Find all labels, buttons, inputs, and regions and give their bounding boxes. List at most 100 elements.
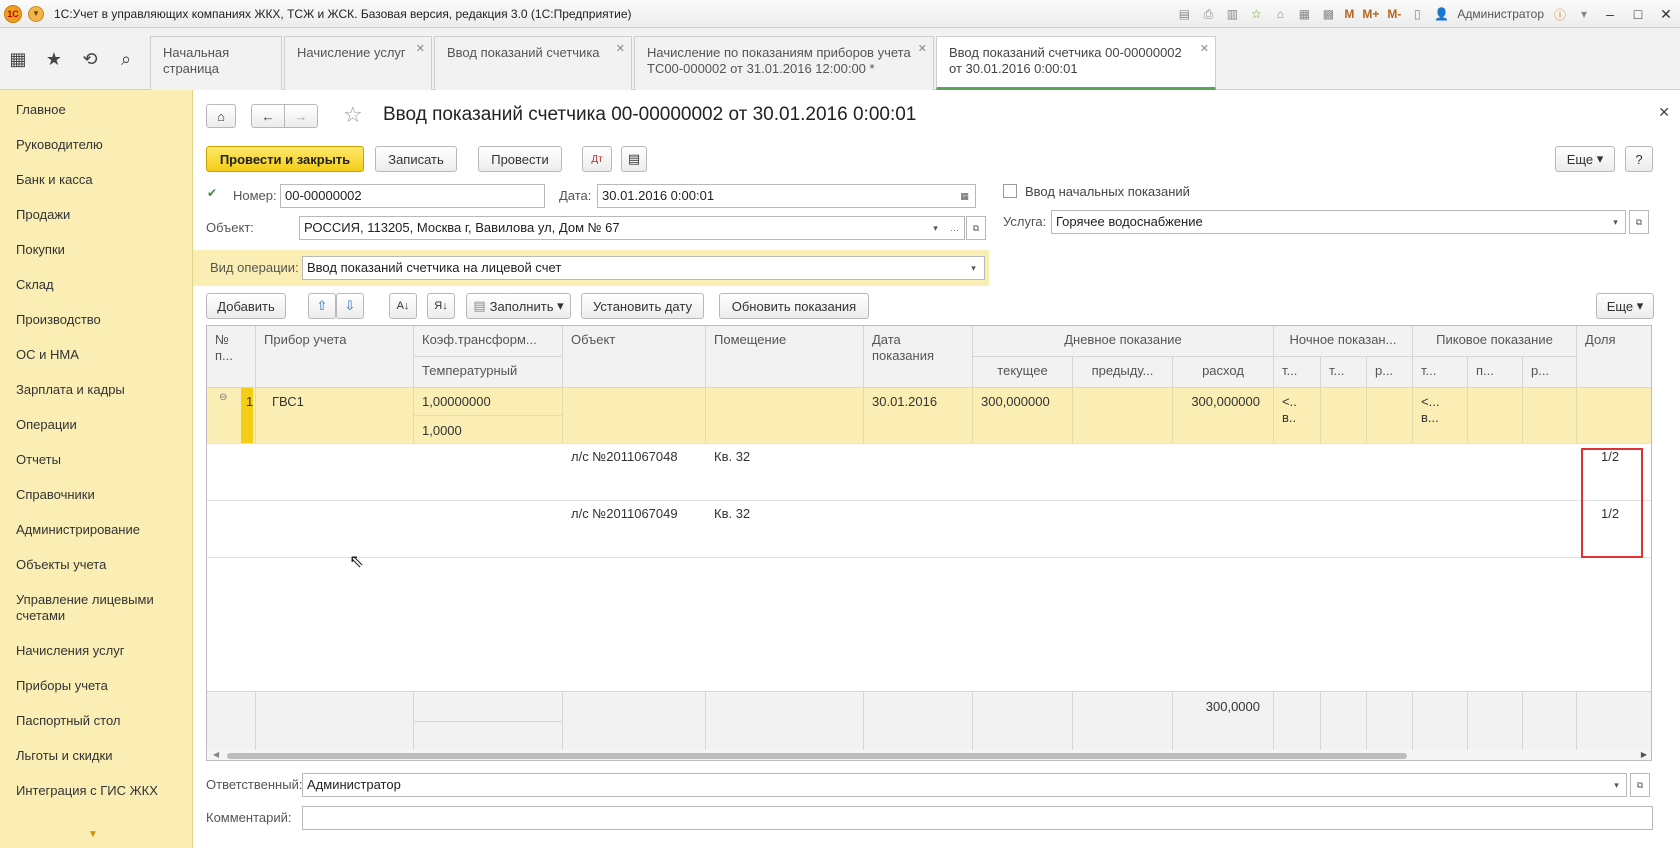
- sidebar-item-catalogs[interactable]: Справочники: [16, 487, 186, 503]
- panel-layout-icon[interactable]: ▯: [1409, 6, 1425, 22]
- table-more-button[interactable]: Еще ▾: [1596, 293, 1654, 319]
- close-icon[interactable]: ✕: [416, 41, 425, 57]
- tab-accrual-by-meters[interactable]: Начисление по показаниям приборов учета …: [634, 36, 934, 90]
- tab-current-document[interactable]: Ввод показаний счетчика 00-00000002 от 3…: [936, 36, 1216, 90]
- operation-field[interactable]: Ввод показаний счетчика на лицевой счет: [302, 256, 964, 280]
- minimize-button[interactable]: –: [1600, 6, 1620, 22]
- sidebar-item-benefits[interactable]: Льготы и скидки: [16, 748, 186, 764]
- back-button[interactable]: ←: [251, 104, 285, 128]
- close-icon[interactable]: ✕: [1200, 41, 1209, 57]
- main-menu-icon[interactable]: ▾: [28, 5, 44, 22]
- more-button[interactable]: Еще ▾: [1555, 146, 1615, 172]
- apps-grid-icon[interactable]: ▦: [0, 41, 36, 77]
- collapse-row-icon[interactable]: ⊖: [219, 390, 227, 406]
- close-form-icon[interactable]: ✕: [1658, 104, 1670, 121]
- close-icon[interactable]: ✕: [616, 41, 625, 57]
- sidebar-item-warehouse[interactable]: Склад: [16, 277, 186, 293]
- cell-coef[interactable]: 1,00000000: [414, 388, 499, 410]
- sidebar-item-payroll[interactable]: Зарплата и кадры: [16, 382, 186, 398]
- sidebar-item-fixed-assets[interactable]: ОС и НМА: [16, 347, 186, 363]
- col-peak-3[interactable]: р...: [1523, 357, 1577, 388]
- scroll-left-icon[interactable]: ◀: [213, 750, 219, 759]
- service-dropdown-icon[interactable]: ▾: [1606, 210, 1626, 234]
- tab-service-charges[interactable]: Начисление услуг ✕: [284, 36, 432, 90]
- col-peak-2[interactable]: п...: [1468, 357, 1523, 388]
- close-window-button[interactable]: ✕: [1656, 6, 1676, 23]
- sidebar-item-personal-accounts[interactable]: Управление лицевыми счетами: [16, 592, 186, 624]
- cell-account[interactable]: л/с №2011067049: [563, 500, 686, 522]
- home-button[interactable]: ⌂: [206, 104, 236, 128]
- col-device[interactable]: Прибор учета: [256, 326, 414, 388]
- memory-m-button[interactable]: M: [1344, 6, 1354, 22]
- preview-icon[interactable]: ▥: [1224, 6, 1240, 22]
- cell-temp[interactable]: 1,0000: [414, 417, 470, 439]
- col-coef[interactable]: Коэф.трансформ...: [414, 326, 563, 357]
- favorite-add-icon[interactable]: ☆: [1248, 6, 1264, 22]
- maximize-button[interactable]: □: [1628, 6, 1648, 22]
- operation-dropdown-icon[interactable]: ▾: [963, 256, 985, 280]
- initial-readings-checkbox[interactable]: [1003, 184, 1017, 198]
- memory-minus-button[interactable]: M-: [1387, 6, 1401, 22]
- col-day-group[interactable]: Дневное показание: [973, 326, 1274, 357]
- scrollbar-thumb[interactable]: [227, 753, 1407, 759]
- object-select-button[interactable]: …: [945, 216, 965, 240]
- calendar-icon[interactable]: ▦: [954, 184, 976, 208]
- cell-peak-2[interactable]: в...: [1413, 404, 1447, 426]
- save-icon[interactable]: ▤: [1176, 6, 1192, 22]
- sidebar-item-production[interactable]: Производство: [16, 312, 186, 328]
- service-open-icon[interactable]: ⧉: [1629, 210, 1649, 234]
- print-icon[interactable]: ⎙: [1200, 6, 1216, 22]
- sort-asc-icon[interactable]: А↓: [389, 293, 417, 319]
- tab-home[interactable]: Начальная страница: [150, 36, 282, 90]
- col-day-current[interactable]: текущее: [973, 357, 1073, 388]
- help-button[interactable]: ?: [1625, 146, 1653, 172]
- sidebar-item-service-charges[interactable]: Начисления услуг: [16, 643, 186, 659]
- sidebar-item-reports[interactable]: Отчеты: [16, 452, 186, 468]
- sidebar-item-meters[interactable]: Приборы учета: [16, 678, 186, 694]
- sidebar-item-accounting-objects[interactable]: Объекты учета: [16, 557, 186, 573]
- sidebar-item-operations[interactable]: Операции: [16, 417, 186, 433]
- post-and-close-button[interactable]: Провести и закрыть: [206, 146, 364, 172]
- report-icon[interactable]: ▤: [621, 146, 647, 172]
- cell-room[interactable]: Кв. 32: [706, 443, 758, 465]
- history-icon[interactable]: ⌂: [1272, 6, 1288, 22]
- search-icon[interactable]: ⌕: [108, 41, 144, 77]
- chevron-down-icon[interactable]: ▾: [1576, 6, 1592, 22]
- sidebar-item-bank[interactable]: Банк и касса: [16, 172, 186, 188]
- cell-account[interactable]: л/с №2011067048: [563, 443, 686, 465]
- info-icon[interactable]: ⓘ: [1552, 6, 1568, 22]
- history-icon[interactable]: ⟲: [72, 41, 108, 77]
- calculator-icon[interactable]: ▩: [1320, 6, 1336, 22]
- post-button[interactable]: Провести: [478, 146, 562, 172]
- col-object[interactable]: Объект: [563, 326, 706, 388]
- col-night-group[interactable]: Ночное показан...: [1274, 326, 1413, 357]
- cell-day-usage[interactable]: 300,000000: [1173, 388, 1274, 410]
- cell-room[interactable]: Кв. 32: [706, 500, 758, 522]
- close-icon[interactable]: ✕: [918, 41, 927, 57]
- col-night-3[interactable]: р...: [1367, 357, 1413, 388]
- move-up-icon[interactable]: ⇧: [308, 293, 336, 319]
- col-share[interactable]: Доля: [1577, 326, 1651, 388]
- favorite-star-icon[interactable]: ☆: [343, 102, 363, 128]
- favorites-star-icon[interactable]: ★: [36, 41, 72, 77]
- fill-button[interactable]: ▤ Заполнить ▾: [466, 293, 571, 319]
- col-night-1[interactable]: т...: [1274, 357, 1321, 388]
- scroll-right-icon[interactable]: ▶: [1641, 750, 1647, 759]
- move-down-icon[interactable]: ⇩: [336, 293, 364, 319]
- cell-night-2[interactable]: в..: [1274, 404, 1304, 426]
- user-name[interactable]: Администратор: [1457, 7, 1544, 21]
- sidebar-item-sales[interactable]: Продажи: [16, 207, 186, 223]
- responsible-open-icon[interactable]: ⧉: [1630, 773, 1650, 797]
- add-row-button[interactable]: Добавить: [206, 293, 286, 319]
- col-room[interactable]: Помещение: [706, 326, 864, 388]
- responsible-dropdown-icon[interactable]: ▾: [1607, 773, 1627, 797]
- col-num[interactable]: № п...: [207, 326, 256, 388]
- col-night-2[interactable]: т...: [1321, 357, 1367, 388]
- sidebar-item-passport-office[interactable]: Паспортный стол: [16, 713, 186, 729]
- dt-kt-icon[interactable]: Дт: [582, 146, 612, 172]
- col-temp[interactable]: Температурный: [414, 357, 563, 388]
- responsible-field[interactable]: Администратор: [302, 773, 1608, 797]
- tab-meter-readings[interactable]: Ввод показаний счетчика ✕: [434, 36, 632, 90]
- object-open-icon[interactable]: ⧉: [966, 216, 986, 240]
- sidebar-item-purchases[interactable]: Покупки: [16, 242, 186, 258]
